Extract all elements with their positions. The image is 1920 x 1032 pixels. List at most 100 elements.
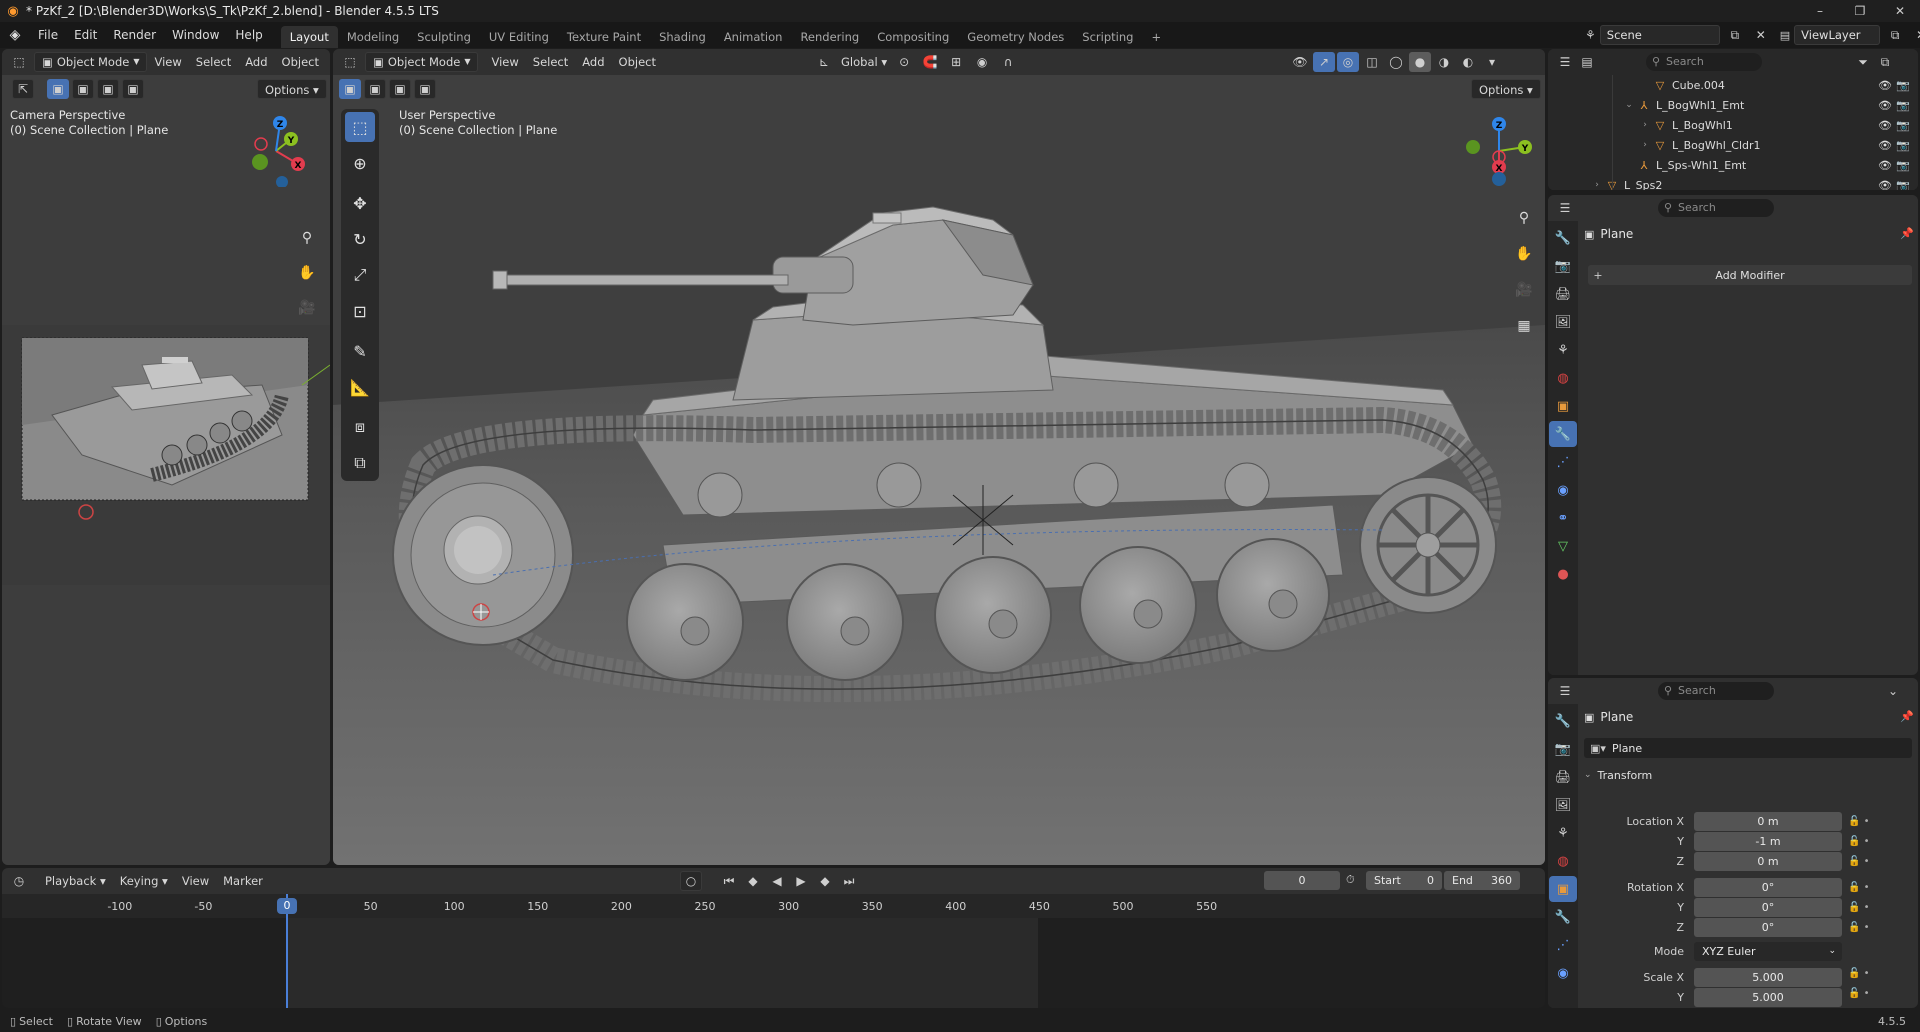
camera-viewport-canvas[interactable]: ⇱ ▣ ▣ ▣ ▣ Options ▾ Camera Perspective (… xyxy=(2,75,330,865)
expand-toggle-icon[interactable]: › xyxy=(1638,140,1652,150)
tab-compositing[interactable]: Compositing xyxy=(868,26,958,48)
render-visibility-icon[interactable]: 📷 xyxy=(1896,79,1910,92)
add-object-tool-icon[interactable]: ⧉ xyxy=(345,448,375,478)
rendered-shading-icon[interactable]: ◐ xyxy=(1457,52,1479,72)
object-name-field[interactable]: ▣▾ Plane xyxy=(1584,738,1912,758)
render-visibility-icon[interactable]: 📷 xyxy=(1896,119,1910,132)
render-visibility-icon[interactable]: 📷 xyxy=(1896,159,1910,172)
editor-type-icon[interactable]: ☰ xyxy=(1554,52,1576,72)
menu-view[interactable]: View xyxy=(484,52,525,72)
tab-modeling[interactable]: Modeling xyxy=(338,26,408,48)
outliner-row[interactable]: ⅄ L_Sps-Whl1_Emt 👁 📷 xyxy=(1548,155,1918,175)
menu-add[interactable]: Add xyxy=(238,52,274,72)
location-z-field[interactable]: 0 m xyxy=(1694,852,1842,871)
menu-select[interactable]: Select xyxy=(189,52,238,72)
object-search-input[interactable]: ⚲ Search xyxy=(1658,682,1774,700)
world-tab-icon[interactable]: ◍ xyxy=(1549,848,1577,874)
tab-animation[interactable]: Animation xyxy=(715,26,792,48)
main-nav-gizmo[interactable]: X Y Z xyxy=(1455,111,1541,191)
select-mode-intersect-icon[interactable]: ▣ xyxy=(122,79,144,99)
close-button[interactable]: ✕ xyxy=(1880,0,1920,22)
new-collection-icon[interactable]: ⧉ xyxy=(1874,52,1896,72)
lock-icon[interactable]: 🔓 • xyxy=(1848,984,1908,1004)
play-reverse-icon[interactable]: ◀ xyxy=(766,871,788,891)
object-mode-dropdown[interactable]: ▣ Object Mode ▼ xyxy=(365,52,479,72)
world-tab-icon[interactable]: ◍ xyxy=(1549,365,1577,391)
jump-start-icon[interactable]: ⏮ xyxy=(718,871,740,891)
camera-icon[interactable]: 🎥 xyxy=(294,295,320,321)
wireframe-shading-icon[interactable]: ◯ xyxy=(1385,52,1407,72)
lock-icon[interactable]: 🔓 • xyxy=(1848,852,1908,872)
outliner-row[interactable]: ⌄ ⅄ L_BogWhl1_Emt 👁 📷 xyxy=(1548,95,1918,115)
output-tab-icon[interactable]: 🖨 xyxy=(1549,281,1577,307)
xray-toggle-icon[interactable]: ◫ xyxy=(1361,52,1383,72)
tool-tab-icon[interactable]: 🔧 xyxy=(1549,708,1577,734)
zoom-icon[interactable]: ⚲ xyxy=(294,225,320,251)
lock-icon[interactable]: 🔓 • xyxy=(1848,832,1908,852)
camera-view-icon[interactable]: 🎥 xyxy=(1511,277,1537,303)
tab-rendering[interactable]: Rendering xyxy=(791,26,868,48)
scene-tab-icon[interactable]: ⚘ xyxy=(1549,820,1577,846)
play-icon[interactable]: ▶ xyxy=(790,871,812,891)
editor-type-icon[interactable]: ⬚ xyxy=(339,52,361,72)
select-tool-icon[interactable]: ⇱ xyxy=(12,79,34,99)
visibility-icon[interactable]: 👁 xyxy=(1289,52,1311,72)
blender-menu-icon[interactable]: ◈ xyxy=(0,27,30,43)
falloff-icon[interactable]: ∩ xyxy=(997,52,1019,72)
output-tab-icon[interactable]: 🖨 xyxy=(1549,764,1577,790)
select-mode-subtract-icon[interactable]: ▣ xyxy=(97,79,119,99)
options-dropdown[interactable]: Options ▾ xyxy=(1471,79,1541,99)
add-cube-tool-icon[interactable]: ⧈ xyxy=(345,412,375,442)
playhead-marker[interactable]: 0 xyxy=(277,898,297,914)
outliner-row[interactable]: ▽ Cube.004 👁 📷 xyxy=(1548,75,1918,95)
transform-section-header[interactable]: ⌄ Transform xyxy=(1584,764,1912,786)
tab-layout[interactable]: Layout xyxy=(280,26,338,48)
visibility-eye-icon[interactable]: 👁 xyxy=(1878,99,1892,112)
snap-target-icon[interactable]: ⊞ xyxy=(945,52,967,72)
add-modifier-button[interactable]: + Add Modifier xyxy=(1588,265,1912,285)
tab-texture-paint[interactable]: Texture Paint xyxy=(558,26,650,48)
move-tool-icon[interactable]: ✥ xyxy=(345,188,375,218)
visibility-eye-icon[interactable]: 👁 xyxy=(1878,79,1892,92)
main-viewport-canvas[interactable]: ▣ ▣ ▣ ▣ Options ▾ User Perspective (0) S… xyxy=(333,75,1545,865)
modifier-tab-icon[interactable]: 🔧 xyxy=(1549,421,1577,447)
measure-tool-icon[interactable]: 📐 xyxy=(345,372,375,402)
pivot-point-icon[interactable]: ⊙ xyxy=(893,52,915,72)
tab-sculpting[interactable]: Sculpting xyxy=(408,26,480,48)
end-frame-field[interactable]: End 360 xyxy=(1444,871,1520,890)
object-tab-icon[interactable]: ▣ xyxy=(1549,876,1577,902)
transform-tool-icon[interactable]: ⊡ xyxy=(345,296,375,326)
scale-y-field[interactable]: 5.000 xyxy=(1694,988,1842,1007)
menu-view[interactable]: View xyxy=(147,52,188,72)
filter-icon[interactable]: ⏷ xyxy=(1852,52,1874,72)
object-tab-icon[interactable]: ▣ xyxy=(1549,393,1577,419)
object-mode-dropdown[interactable]: ▣ Object Mode ▼ xyxy=(34,52,148,72)
location-x-field[interactable]: 0 m xyxy=(1694,812,1842,831)
current-frame-field[interactable]: 0 xyxy=(1264,871,1340,890)
rotate-tool-icon[interactable]: ↻ xyxy=(345,224,375,254)
pan-hand-icon[interactable]: ✋ xyxy=(1511,241,1537,267)
outliner-search-input[interactable]: ⚲ Search xyxy=(1646,53,1762,71)
render-visibility-icon[interactable]: 📷 xyxy=(1896,179,1910,191)
gizmo-toggle-icon[interactable]: ↗ xyxy=(1313,52,1335,72)
next-keyframe-icon[interactable]: ◆ xyxy=(814,871,836,891)
lock-icon[interactable]: 🔓 • xyxy=(1848,878,1908,898)
pin-icon[interactable]: 📌 xyxy=(1900,227,1914,240)
editor-type-icon[interactable]: ☰ xyxy=(1554,681,1576,701)
editor-type-icon[interactable]: ☰ xyxy=(1554,198,1576,218)
select-mode-extend-icon[interactable]: ▣ xyxy=(364,79,386,99)
expand-toggle-icon[interactable]: › xyxy=(1590,180,1604,190)
autokey-icon[interactable]: ○ xyxy=(680,871,702,891)
rotation-mode-dropdown[interactable]: XYZ Euler ⌄ xyxy=(1694,942,1842,961)
particles-tab-icon[interactable]: ⋰ xyxy=(1549,449,1577,475)
new-scene-icon[interactable]: ⧉ xyxy=(1724,25,1746,45)
delete-scene-icon[interactable]: ✕ xyxy=(1750,25,1772,45)
outliner-row[interactable]: › ▽ L_BogWhl_Cldr1 👁 📷 xyxy=(1548,135,1918,155)
view-layer-icon[interactable]: ▤ xyxy=(1780,29,1790,42)
display-mode-icon[interactable]: ▤ xyxy=(1576,52,1598,72)
menu-object[interactable]: Object xyxy=(612,52,663,72)
expand-toggle-icon[interactable]: ⌄ xyxy=(1622,100,1636,110)
render-tab-icon[interactable]: 📷 xyxy=(1549,253,1577,279)
select-mode-subtract-icon[interactable]: ▣ xyxy=(389,79,411,99)
scene-selector[interactable]: Scene xyxy=(1599,25,1720,45)
